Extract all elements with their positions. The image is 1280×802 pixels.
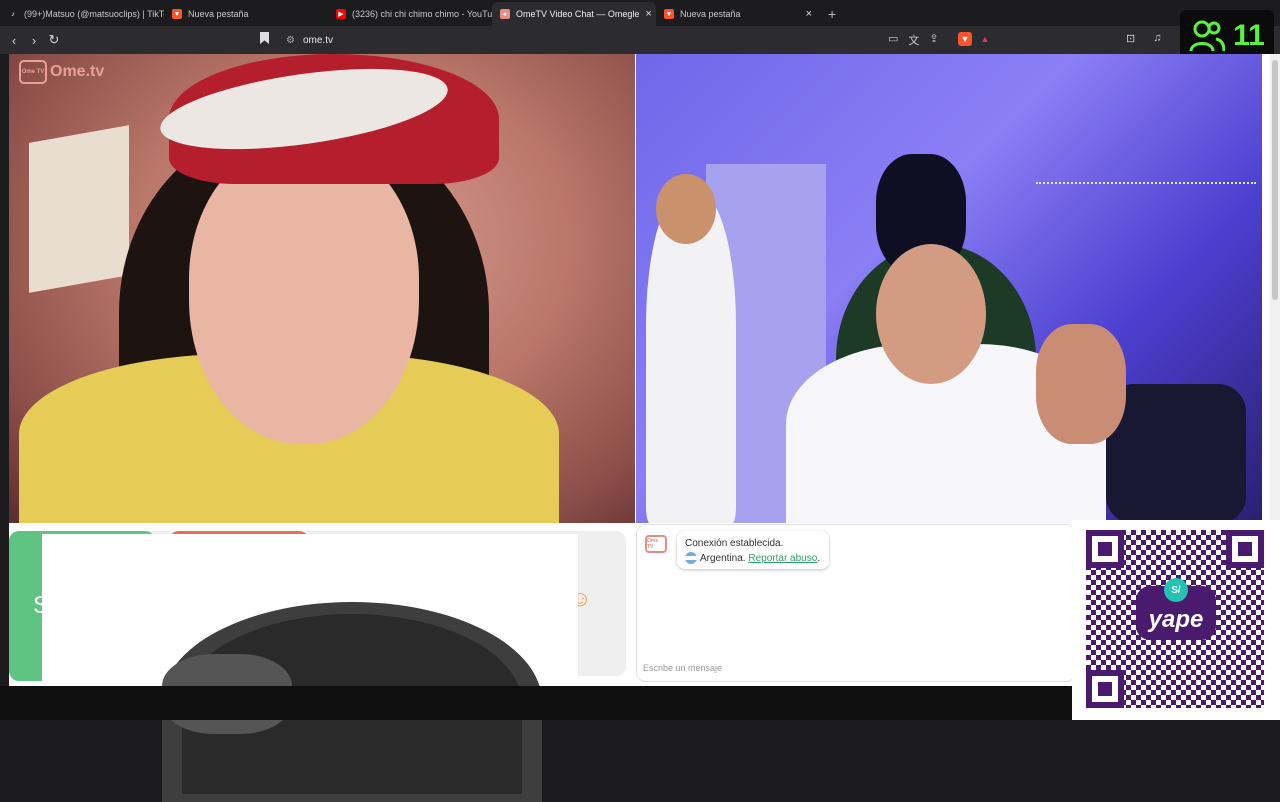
wall-art: [29, 125, 129, 293]
partner-country: Argentina. Reportar abuso.: [685, 551, 821, 566]
logo-text: Ome.tv: [50, 63, 105, 80]
brave-icon: ▼: [664, 9, 674, 19]
yape-text: yape: [1148, 606, 1204, 633]
logo-box: Ome TV: [19, 60, 47, 84]
new-tab-button[interactable]: +: [820, 2, 844, 26]
system-message: Conexión establecida. Argentina. Reporta…: [677, 531, 829, 569]
share-icon[interactable]: ⇪: [929, 32, 938, 48]
message-input[interactable]: Escribe un mensaje: [643, 663, 722, 673]
extensions: ▼ ▲: [958, 32, 992, 46]
argentina-flag-icon: [685, 552, 697, 565]
tab-tiktok[interactable]: ♪ (99+)Matsuo (@matsuoclips) | TikTok: [0, 2, 164, 26]
cast-icon[interactable]: ▭: [888, 32, 898, 48]
youtube-icon: ▶: [336, 9, 346, 19]
qr-finder-bl: [1086, 670, 1124, 708]
brave-rewards-icon[interactable]: ▲: [978, 32, 992, 46]
ometv-icon: ●: [500, 9, 510, 19]
translate-icon[interactable]: 文: [908, 32, 919, 48]
page-content: Ome TV Ome.tv S ☺ Ome TV Conexión establ…: [0, 54, 1280, 802]
country-text: Argentina.: [700, 553, 746, 564]
tab-title: Nueva pestaña: [680, 9, 741, 19]
right-toolbar: ⊡ ♫: [1126, 32, 1161, 45]
connection-status: Conexión establecida.: [685, 538, 784, 549]
screenshot-icon[interactable]: ⊡: [1126, 32, 1135, 45]
media-icon[interactable]: ♫: [1153, 32, 1161, 45]
site-info-icon[interactable]: ⚙: [286, 35, 295, 46]
tab-ometv[interactable]: ● OmeTV Video Chat — Omegle ×: [492, 2, 656, 26]
left-edge: [0, 54, 9, 720]
partner-video: Ome TV Ome.tv: [9, 54, 635, 523]
yape-logo: S/ yape: [1136, 578, 1216, 640]
brave-shields-icon[interactable]: ▼: [958, 32, 972, 46]
tab-title: Nueva pestaña: [188, 9, 249, 19]
browser-tab-strip: ♪ (99+)Matsuo (@matsuoclips) | TikTok ▼ …: [0, 0, 1280, 26]
raised-hand: [1036, 324, 1126, 444]
close-tab-icon[interactable]: ×: [806, 8, 812, 20]
tab-youtube[interactable]: ▶ (3236) chi chi chimo chimo - YouTube: [328, 2, 492, 26]
report-suffix: .: [817, 553, 821, 564]
qr-finder-tl: [1086, 530, 1124, 568]
tab-title: OmeTV Video Chat — Omegle: [516, 9, 640, 19]
back-button[interactable]: ‹: [4, 33, 24, 48]
qr-finder-tr: [1226, 530, 1264, 568]
bookmark-icon[interactable]: [260, 32, 269, 44]
tab-new-1[interactable]: ▼ Nueva pestaña: [164, 2, 328, 26]
brave-icon: ▼: [172, 9, 182, 19]
string-lights: [1036, 94, 1256, 184]
person-front-head: [876, 244, 986, 384]
tiktok-icon: ♪: [11, 10, 15, 18]
url-text: ome.tv: [302, 34, 333, 46]
page-scrollbar[interactable]: [1270, 54, 1280, 524]
yape-badge: S/: [1164, 578, 1188, 602]
address-actions: ▭ 文 ⇪: [888, 32, 939, 48]
scrollbar-thumb[interactable]: [1272, 60, 1278, 300]
chair: [1106, 384, 1246, 523]
viewer-count: 11: [1233, 19, 1265, 52]
tab-title: (99+)Matsuo (@matsuoclips) | TikTok: [24, 9, 164, 19]
yape-qr-code: S/ yape: [1072, 520, 1280, 720]
tab-new-2[interactable]: ▼ Nueva pestaña ×: [656, 2, 820, 26]
chat-panel: Ome TV Conexión establecida. Argentina. …: [636, 524, 1076, 682]
forward-button[interactable]: ›: [24, 33, 44, 48]
video-person-face: [189, 144, 419, 444]
browser-toolbar: ‹ › ↻ ⚙ ome.tv ▭ 文 ⇪ ▼ ▲ ⊡ ♫: [0, 26, 1280, 54]
reload-button[interactable]: ↻: [44, 32, 64, 48]
users-icon: [1189, 20, 1226, 52]
ometv-logo: Ome TV Ome.tv: [19, 60, 104, 84]
person-left-head: [656, 174, 716, 244]
report-abuse-link[interactable]: Reportar abuso: [748, 553, 817, 564]
chat-ometv-logo: Ome TV: [645, 535, 667, 553]
close-tab-icon[interactable]: ×: [645, 8, 651, 20]
tab-title: (3236) chi chi chimo chimo - YouTube: [352, 9, 492, 19]
self-video: [636, 54, 1262, 523]
